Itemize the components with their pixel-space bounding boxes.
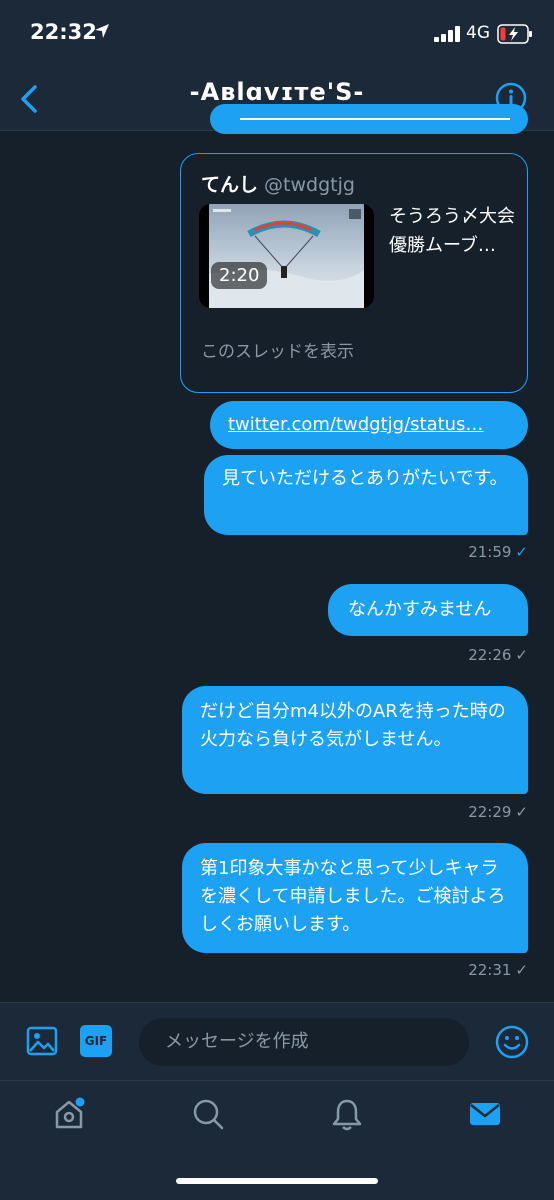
image-attach-icon[interactable] bbox=[26, 1025, 58, 1057]
shared-tweet-card[interactable]: てんし @twdgtjg 2:20 そうろう〆大会優勝ムーブ… このスレッドを表… bbox=[180, 153, 528, 393]
notifications-icon[interactable] bbox=[330, 1097, 364, 1131]
message-timestamp: 22:31 ✓ bbox=[468, 961, 528, 979]
signal-bars-icon bbox=[434, 26, 460, 42]
message-timestamp: 21:59 ✓ bbox=[468, 543, 528, 561]
message-bubble[interactable]: なんかすみません bbox=[328, 584, 528, 636]
message-bubble[interactable]: だけど自分m4以外のARを持った時の火力なら負ける気がしません。 bbox=[182, 686, 528, 794]
message-text: 第1印象大事かなと思って少しキャラを濃くして申請しました。ご検討よろしくお願いし… bbox=[200, 858, 506, 935]
message-timestamp: 22:29 ✓ bbox=[468, 803, 528, 821]
message-bubble-partial bbox=[210, 104, 528, 134]
timestamp-text: 22:29 bbox=[468, 803, 512, 821]
battery-charging-icon bbox=[497, 24, 532, 44]
message-text: なんかすみません bbox=[348, 599, 492, 620]
message-input[interactable]: メッセージを作成 bbox=[139, 1018, 469, 1066]
message-text: 見ていただけるとありがたいです。 bbox=[222, 468, 508, 489]
message-bubble[interactable]: 見ていただけるとありがたいです。 bbox=[204, 455, 528, 535]
emoji-icon[interactable] bbox=[495, 1025, 529, 1059]
timestamp-text: 22:31 bbox=[468, 961, 512, 979]
tweet-author-handle: @twdgtjg bbox=[264, 174, 355, 196]
location-arrow-icon bbox=[95, 24, 109, 38]
timestamp-text: 21:59 bbox=[468, 543, 512, 561]
home-indicator bbox=[176, 1178, 378, 1184]
status-time: 22:32 bbox=[30, 20, 97, 44]
read-check-icon: ✓ bbox=[515, 543, 528, 561]
video-thumbnail-image bbox=[199, 204, 374, 308]
message-composer: GIF メッセージを作成 bbox=[0, 1002, 554, 1081]
gif-button[interactable]: GIF bbox=[80, 1025, 112, 1057]
sent-check-icon: ✓ bbox=[515, 646, 528, 664]
message-timestamp: 22:26 ✓ bbox=[468, 646, 528, 664]
video-thumbnail[interactable]: 2:20 bbox=[199, 204, 374, 308]
message-link-text[interactable]: twitter.com/twdgtjg/status… bbox=[228, 414, 483, 435]
messages-icon[interactable] bbox=[468, 1097, 502, 1131]
sent-check-icon: ✓ bbox=[515, 961, 528, 979]
video-duration: 2:20 bbox=[211, 262, 268, 289]
message-text: だけど自分m4以外のARを持った時の火力なら負ける気がしません。 bbox=[200, 701, 506, 750]
network-type: 4G bbox=[466, 23, 490, 43]
tweet-author-name: てんし bbox=[201, 174, 259, 196]
show-thread-link[interactable]: このスレッドを表示 bbox=[201, 337, 354, 362]
home-icon[interactable] bbox=[52, 1097, 86, 1131]
message-bubble[interactable]: 第1印象大事かなと思って少しキャラを濃くして申請しました。ご検討よろしくお願いし… bbox=[182, 843, 528, 953]
status-bar: 22:32 4G bbox=[0, 0, 554, 64]
timestamp-text: 22:26 bbox=[468, 646, 512, 664]
tweet-author: てんし @twdgtjg bbox=[201, 170, 355, 197]
conversation-title[interactable]: -Aʙlɑvɪтe'S- bbox=[0, 78, 554, 106]
search-icon[interactable] bbox=[191, 1097, 225, 1131]
tweet-text: そうろう〆大会優勝ムーブ… bbox=[389, 206, 515, 256]
message-bubble-link[interactable]: twitter.com/twdgtjg/status… bbox=[210, 401, 528, 449]
sent-check-icon: ✓ bbox=[515, 803, 528, 821]
